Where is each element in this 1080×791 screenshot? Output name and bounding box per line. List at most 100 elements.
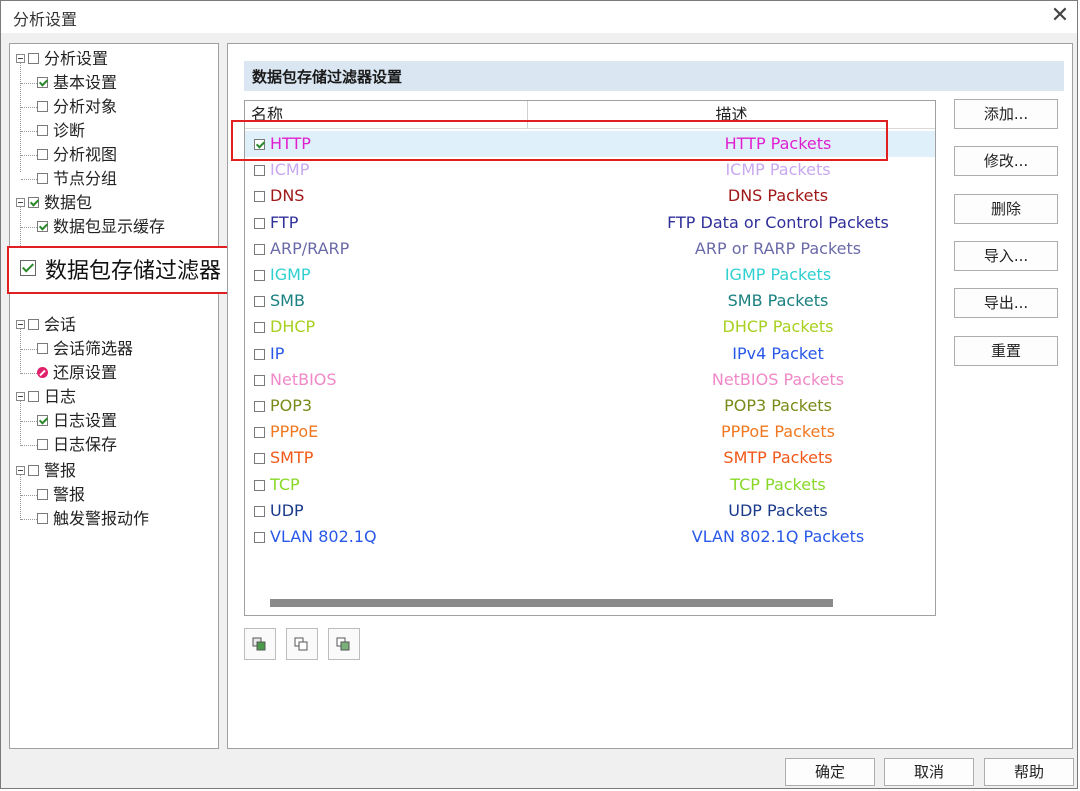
filter-row[interactable]: UDP UDP Packets: [245, 498, 935, 524]
checkbox-icon[interactable]: [37, 489, 48, 500]
filter-description: SMB Packets: [727, 291, 829, 311]
tree-item-label: 分析对象: [53, 97, 118, 116]
highlighted-tree-item[interactable]: 数据包存储过滤器: [7, 246, 242, 294]
tree-item[interactable]: 触发警报动作: [37, 508, 149, 530]
checkbox-icon[interactable]: [37, 77, 48, 88]
collapse-icon[interactable]: [16, 198, 25, 207]
settings-tree: 分析设置基本设置分析对象诊断分析视图节点分组数据包数据包显示缓存数据包保存会话会…: [9, 43, 219, 749]
checkbox-icon[interactable]: [37, 173, 48, 184]
filter-row[interactable]: ARP/RARP ARP or RARP Packets: [245, 236, 935, 262]
checkbox-icon[interactable]: [37, 149, 48, 160]
tree-item[interactable]: 分析视图: [37, 144, 117, 166]
filter-row[interactable]: FTP FTP Data or Control Packets: [245, 210, 935, 236]
filter-row[interactable]: TCP TCP Packets: [245, 472, 935, 498]
export-button[interactable]: 导出...: [954, 288, 1058, 319]
tree-item[interactable]: 还原设置: [37, 362, 117, 384]
tree-item[interactable]: 基本设置: [37, 72, 117, 94]
tree-connector-line: [21, 373, 37, 374]
copy-button[interactable]: [244, 628, 276, 660]
checkbox-icon[interactable]: [254, 270, 265, 281]
filter-row[interactable]: DNS DNS Packets: [245, 183, 935, 209]
import-button[interactable]: 导入...: [954, 240, 1058, 271]
collapse-icon[interactable]: [16, 392, 25, 401]
filter-description: UDP Packets: [728, 500, 828, 520]
horizontal-scrollbar[interactable]: [245, 593, 935, 615]
checkbox-icon[interactable]: [28, 465, 39, 476]
tree-item[interactable]: 分析设置: [16, 48, 108, 70]
filter-row[interactable]: IP IPv4 Packet: [245, 341, 935, 367]
refresh-button[interactable]: [328, 628, 360, 660]
filter-name: IGMP: [270, 265, 311, 284]
checkbox-icon[interactable]: [37, 343, 48, 354]
checkbox-icon[interactable]: [254, 348, 265, 360]
checkbox-icon[interactable]: [254, 453, 265, 465]
filter-description: DHCP Packets: [722, 317, 834, 337]
checkbox-icon[interactable]: [254, 532, 265, 543]
collapse-icon[interactable]: [16, 466, 25, 475]
collapse-icon[interactable]: [16, 320, 25, 329]
checkbox-icon[interactable]: [20, 260, 36, 276]
collapse-icon[interactable]: [16, 54, 25, 63]
edit-button[interactable]: 修改...: [954, 146, 1058, 177]
checkbox-icon[interactable]: [28, 391, 39, 402]
checkbox-icon[interactable]: [254, 427, 265, 439]
tree-item[interactable]: 日志保存: [37, 434, 117, 456]
filter-row[interactable]: SMTP SMTP Packets: [245, 445, 935, 471]
reset-button[interactable]: 重置: [954, 335, 1058, 366]
checkbox-icon[interactable]: [254, 243, 265, 255]
checkbox-icon[interactable]: [254, 296, 265, 308]
scrollbar-thumb[interactable]: [270, 599, 833, 607]
tree-item-label: 还原设置: [53, 363, 118, 382]
tree-item[interactable]: 日志: [16, 386, 76, 408]
delete-button[interactable]: 删除: [954, 193, 1058, 224]
tree-item[interactable]: 数据包: [16, 192, 92, 214]
tree-item[interactable]: 会话: [16, 314, 76, 336]
checkbox-icon[interactable]: [37, 513, 48, 524]
filter-name: DNS: [270, 186, 305, 206]
tree-item[interactable]: 节点分组: [37, 168, 117, 190]
tree-item[interactable]: 警报: [37, 484, 85, 506]
cancel-button[interactable]: 取消: [884, 758, 974, 786]
checkbox-icon[interactable]: [254, 401, 265, 412]
checkbox-icon[interactable]: [254, 505, 265, 517]
tree-item[interactable]: 会话筛选器: [37, 338, 133, 360]
close-icon[interactable]: ✕: [1047, 3, 1073, 29]
filter-row[interactable]: NetBIOS NetBIOS Packets: [245, 367, 935, 393]
tree-item-label: 日志: [44, 387, 77, 406]
tree-connector-line: [21, 131, 37, 132]
checkbox-icon[interactable]: [254, 217, 265, 229]
tree-item[interactable]: 分析对象: [37, 96, 117, 118]
tree-item[interactable]: 诊断: [37, 120, 85, 142]
filter-row[interactable]: SMB SMB Packets: [245, 288, 935, 314]
checkbox-icon[interactable]: [254, 374, 265, 386]
add-button[interactable]: 添加...: [954, 99, 1058, 129]
tree-item[interactable]: 日志设置: [37, 410, 117, 432]
tree-item[interactable]: 警报: [16, 460, 76, 482]
filter-row[interactable]: IGMP IGMP Packets: [245, 262, 935, 288]
filter-row[interactable]: ICMP ICMP Packets: [245, 157, 935, 183]
checkbox-icon[interactable]: [37, 415, 48, 426]
checkbox-icon[interactable]: [37, 125, 48, 136]
filter-row[interactable]: VLAN 802.1Q VLAN 802.1Q Packets: [245, 524, 935, 550]
checkbox-icon[interactable]: [28, 197, 39, 208]
filter-row[interactable]: POP3 POP3 Packets: [245, 393, 935, 419]
tree-item-label: 节点分组: [53, 169, 118, 188]
ok-button[interactable]: 确定: [785, 758, 875, 786]
checkbox-icon[interactable]: [254, 322, 265, 334]
paste-button[interactable]: [286, 628, 318, 660]
filter-row[interactable]: PPPoE PPPoE Packets: [245, 419, 935, 445]
checkbox-icon[interactable]: [37, 101, 48, 112]
tree-connector-line: [21, 179, 37, 180]
filter-row[interactable]: DHCP DHCP Packets: [245, 314, 935, 340]
help-button[interactable]: 帮助: [984, 758, 1074, 786]
checkbox-icon[interactable]: [28, 319, 39, 330]
filter-description: IPv4 Packet: [732, 343, 824, 363]
checkbox-icon[interactable]: [254, 479, 265, 491]
checkbox-icon[interactable]: [254, 165, 265, 177]
checkbox-icon[interactable]: [37, 221, 48, 232]
checkbox-icon[interactable]: [28, 53, 39, 64]
forbidden-icon[interactable]: [37, 367, 48, 378]
checkbox-icon[interactable]: [37, 439, 48, 450]
tree-item[interactable]: 数据包显示缓存: [37, 216, 165, 238]
checkbox-icon[interactable]: [254, 191, 265, 203]
